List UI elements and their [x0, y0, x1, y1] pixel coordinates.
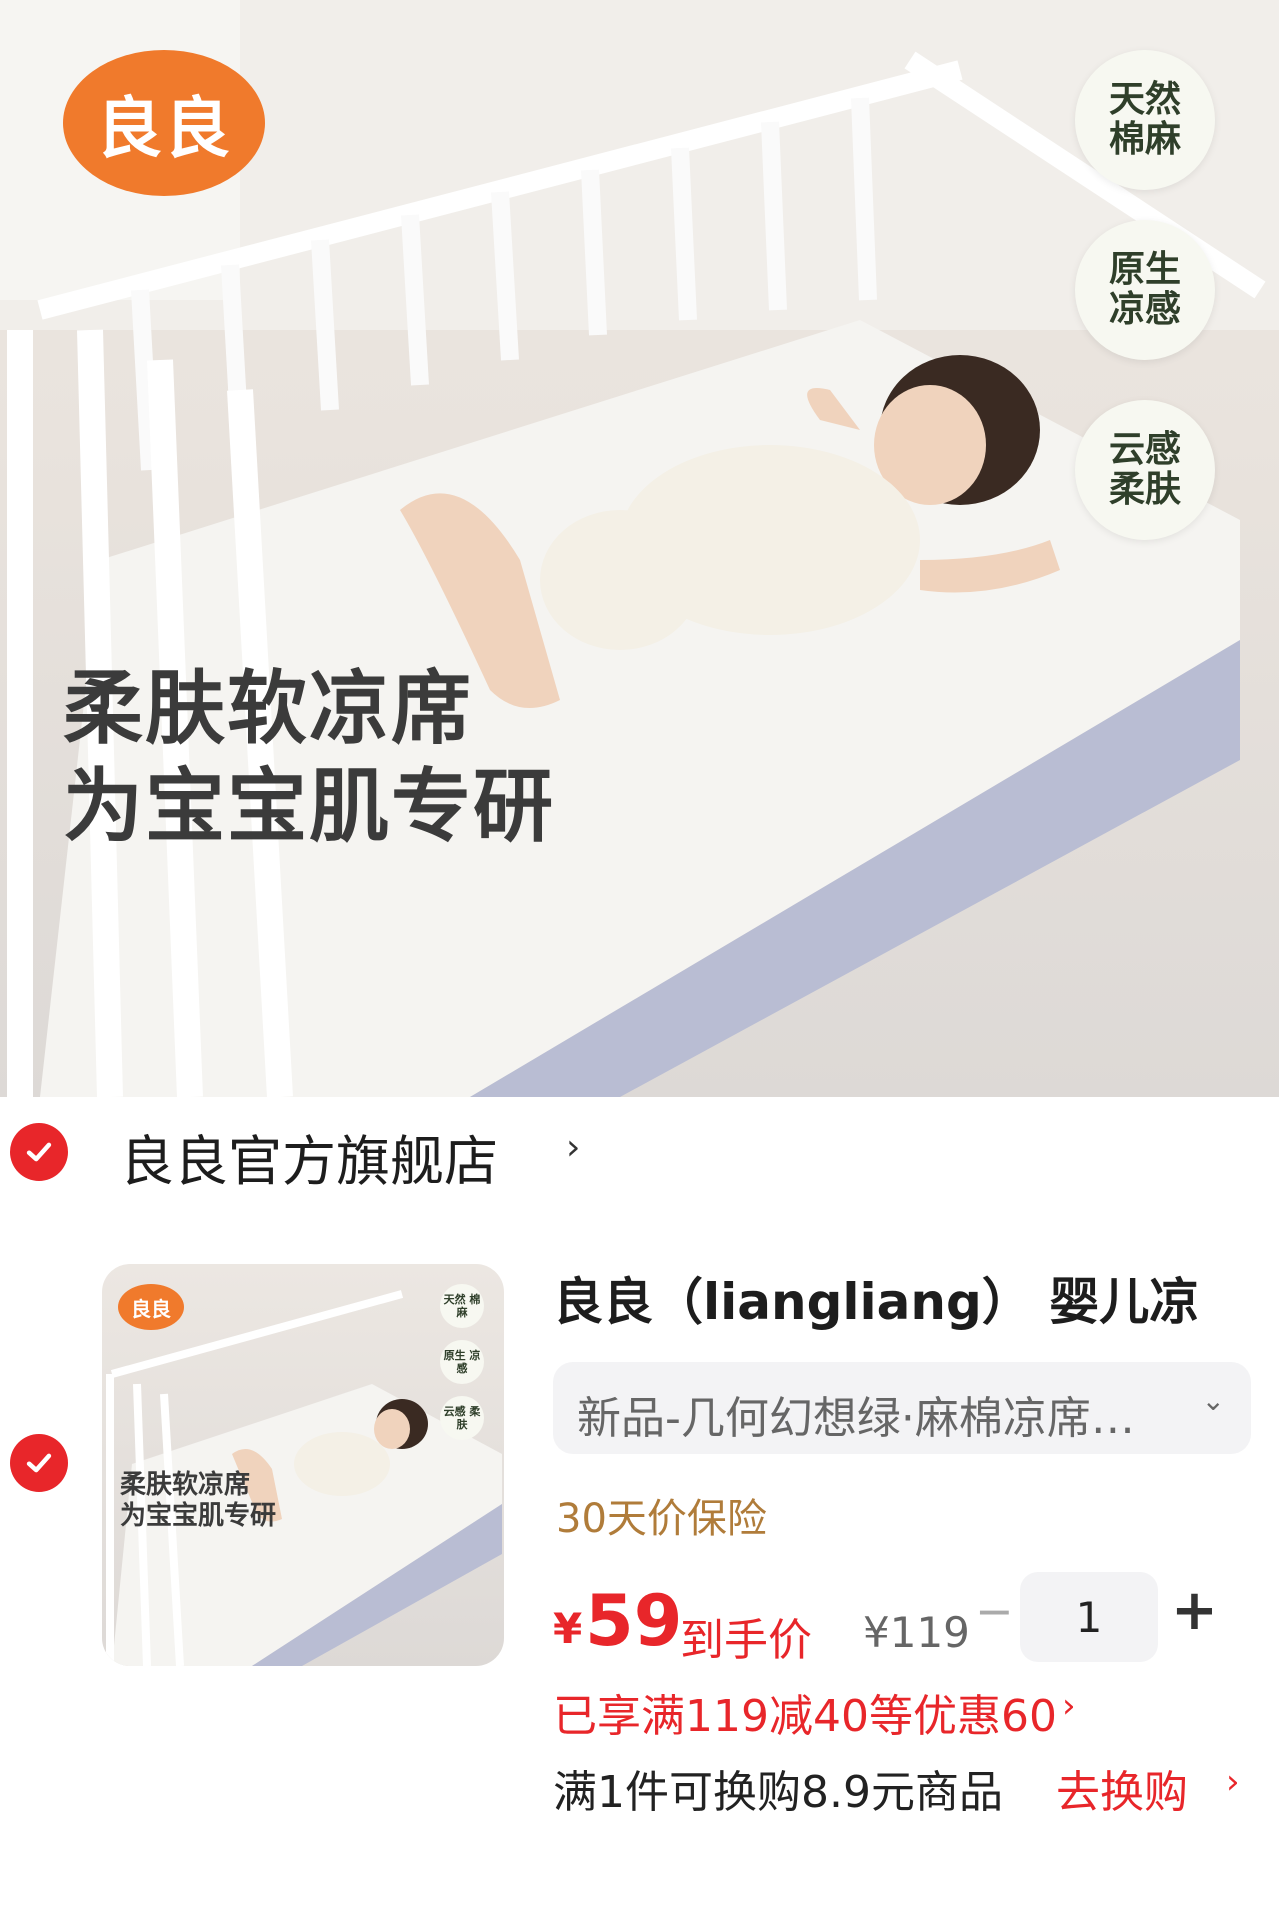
price-row: ¥ 59 到手价 ¥119 − 1 + [553, 1570, 1253, 1666]
quantity-input[interactable]: 1 [1020, 1572, 1158, 1662]
product-hero-image[interactable]: 良良 天然 棉麻 原生 凉感 云感 柔肤 柔肤软凉席 为宝宝肌专研 [0, 0, 1279, 1097]
hero-title: 柔肤软凉席 为宝宝肌专研 [63, 662, 555, 853]
price-label: 到手价 [680, 1615, 812, 1666]
exchange-button[interactable]: 去换购 [1056, 1756, 1188, 1820]
chevron-right-icon: › [1226, 1762, 1240, 1802]
product-title[interactable]: 良良（liangliang） 婴儿凉 [553, 1262, 1199, 1334]
feature-badge-cool: 原生 凉感 [1075, 220, 1215, 360]
original-price: ¥119 [863, 1608, 970, 1657]
checkmark-icon [26, 1453, 52, 1473]
quantity-plus-button[interactable]: + [1171, 1578, 1218, 1643]
store-checkbox[interactable] [10, 1123, 68, 1181]
thumbnail-brand-logo: 良良 [118, 1284, 184, 1330]
product-thumbnail[interactable]: 良良 天然 棉麻 原生 凉感 云感 柔肤 柔肤软凉席 为宝宝肌专研 [102, 1264, 504, 1666]
product-checkbox[interactable] [10, 1434, 68, 1492]
chevron-down-icon: ⌄ [1201, 1384, 1225, 1417]
feature-badge-natural: 天然 棉麻 [1075, 50, 1215, 190]
price-protection-tag: 30天价保险 [556, 1496, 767, 1542]
brand-logo: 良良 [63, 50, 265, 196]
exchange-offer-text: 满1件可换购8.9元商品 [553, 1767, 1003, 1818]
quantity-minus-button[interactable]: − [975, 1584, 1014, 1638]
variant-selector[interactable]: 新品-几何幻想绿·麻棉凉席… ⌄ [553, 1362, 1251, 1454]
variant-label: 新品-几何幻想绿·麻棉凉席… [577, 1393, 1135, 1444]
chevron-right-icon: › [566, 1127, 581, 1168]
thumbnail-badge-natural: 天然 棉麻 [440, 1284, 484, 1328]
promo-discount-link[interactable]: 已享满119减40等优惠60 [553, 1680, 1057, 1744]
thumbnail-title: 柔肤软凉席 为宝宝肌专研 [120, 1470, 277, 1531]
store-row[interactable]: 良良官方旗舰店 › [0, 1097, 1279, 1207]
checkmark-icon [26, 1142, 52, 1162]
brand-logo-text: 良良 [96, 90, 232, 167]
thumbnail-badge-soft: 云感 柔肤 [440, 1396, 484, 1440]
feature-badge-soft: 云感 柔肤 [1075, 400, 1215, 540]
price-amount: 59 [585, 1580, 683, 1662]
price-currency: ¥ [553, 1604, 583, 1653]
store-name-link[interactable]: 良良官方旗舰店 [120, 1117, 498, 1196]
thumbnail-badge-cool: 原生 凉感 [440, 1340, 484, 1384]
chevron-right-icon: › [1062, 1686, 1076, 1726]
